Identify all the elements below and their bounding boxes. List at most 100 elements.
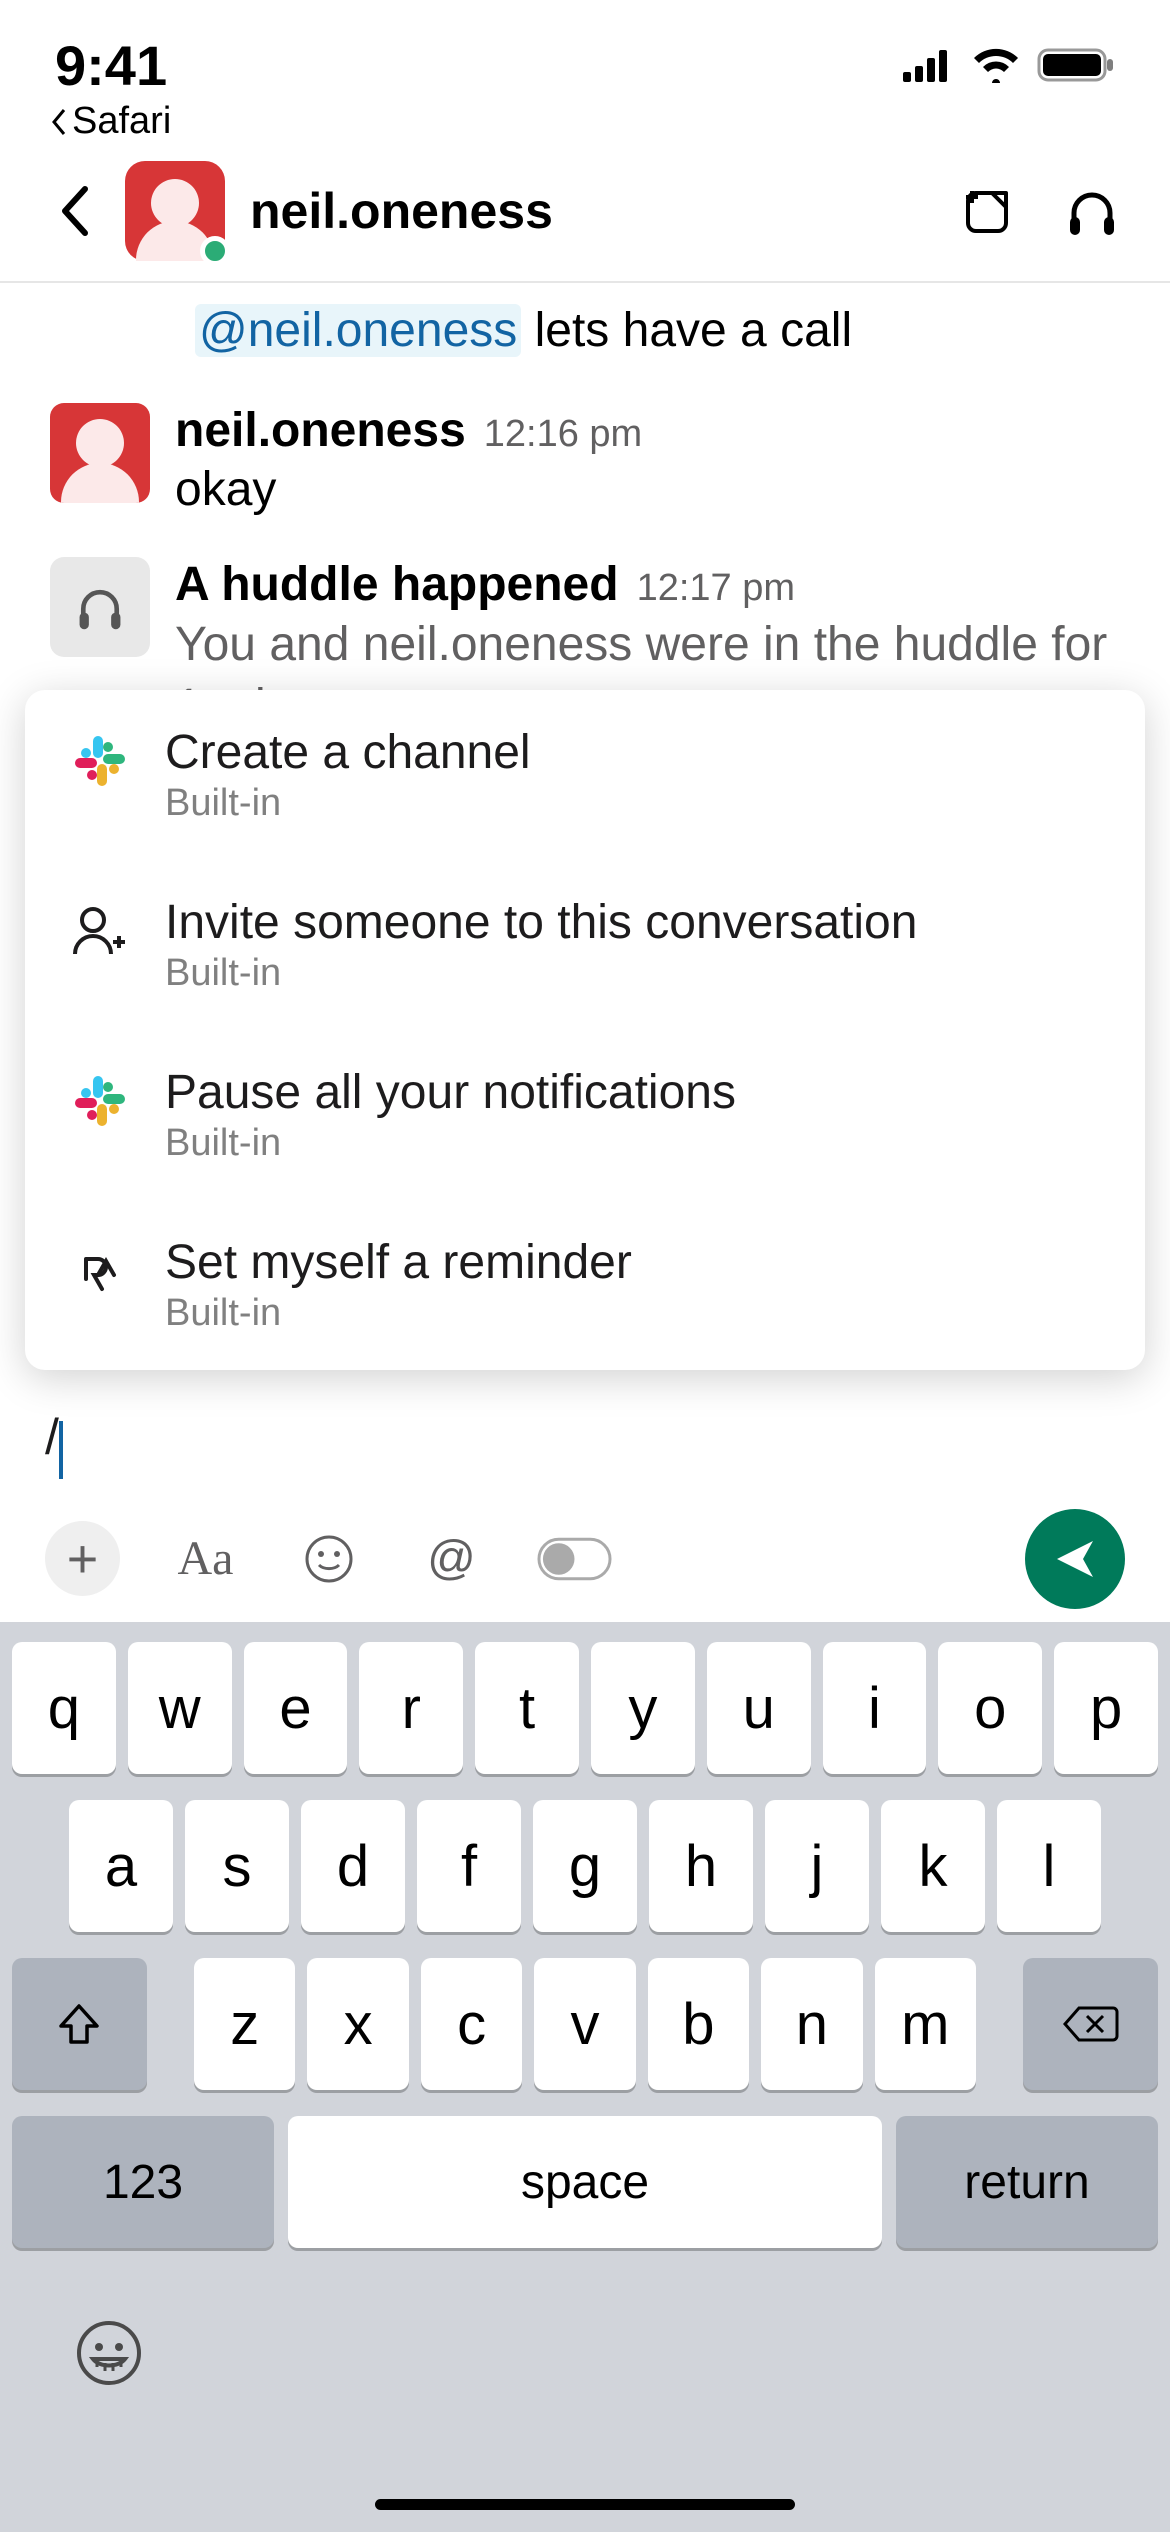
command-subtitle: Built-in — [165, 952, 1100, 995]
key-a[interactable]: a — [69, 1800, 173, 1932]
smiley-icon — [303, 1533, 355, 1585]
keyboard-row-3: z x c v b n m — [0, 1958, 1170, 2090]
keyboard-row-4: 123 space return — [0, 2116, 1170, 2248]
key-backspace[interactable] — [1023, 1958, 1158, 2090]
key-y[interactable]: y — [591, 1642, 695, 1774]
command-invite[interactable]: Invite someone to this conversation Buil… — [25, 860, 1145, 1030]
key-z[interactable]: z — [194, 1958, 295, 2090]
back-button[interactable] — [50, 181, 100, 241]
key-v[interactable]: v — [534, 1958, 635, 2090]
key-numbers[interactable]: 123 — [12, 2116, 274, 2248]
record-icon — [537, 1537, 612, 1581]
keyboard-row-2: a s d f g h j k l — [0, 1800, 1170, 1932]
key-s[interactable]: s — [185, 1800, 289, 1932]
command-create-channel[interactable]: Create a channel Built-in — [25, 690, 1145, 860]
key-t[interactable]: t — [475, 1642, 579, 1774]
keyboard-row-1: q w e r t y u i o p — [0, 1642, 1170, 1774]
key-n[interactable]: n — [761, 1958, 862, 2090]
text-cursor — [59, 1421, 63, 1479]
wifi-icon — [971, 47, 1021, 83]
key-h[interactable]: h — [649, 1800, 753, 1932]
composer-toolbar: + Aa @ — [0, 1509, 1170, 1634]
status-time: 9:41 — [55, 33, 167, 98]
chevron-left-icon — [57, 183, 93, 239]
key-o[interactable]: o — [938, 1642, 1042, 1774]
emoji-button[interactable] — [291, 1521, 366, 1596]
conversation-title[interactable]: neil.oneness — [250, 182, 933, 240]
conversation-header: neil.oneness — [0, 161, 1170, 281]
chevron-left-small-icon — [50, 108, 68, 136]
keyboard: q w e r t y u i o p a s d f g h j k l z … — [0, 1622, 1170, 2532]
slash-command-menu: Create a channel Built-in Invite someone… — [25, 690, 1145, 1370]
cellular-icon — [903, 48, 955, 82]
key-i[interactable]: i — [823, 1642, 927, 1774]
key-d[interactable]: d — [301, 1800, 405, 1932]
key-b[interactable]: b — [648, 1958, 749, 2090]
header-avatar[interactable] — [125, 161, 225, 261]
command-title: Pause all your notifications — [165, 1065, 1100, 1120]
composer: / + Aa @ — [0, 1400, 1170, 1634]
command-title: Create a channel — [165, 725, 1100, 780]
message: neil.oneness 12:16 pm okay — [0, 388, 1170, 542]
command-subtitle: Built-in — [165, 1122, 1100, 1165]
key-u[interactable]: u — [707, 1642, 811, 1774]
key-e[interactable]: e — [244, 1642, 348, 1774]
back-to-app[interactable]: Safari — [0, 100, 1170, 161]
command-subtitle: Built-in — [165, 1292, 1100, 1335]
emoji-keyboard-button[interactable] — [70, 2314, 148, 2392]
back-safari-link[interactable]: Safari — [50, 100, 171, 143]
huddle-title: A huddle happened — [175, 557, 619, 612]
key-l[interactable]: l — [997, 1800, 1101, 1932]
key-g[interactable]: g — [533, 1800, 637, 1932]
reminder-icon — [70, 1241, 130, 1301]
shift-icon — [55, 2000, 103, 2048]
command-subtitle: Built-in — [165, 782, 1100, 825]
message-text: okay — [175, 462, 1120, 517]
home-indicator[interactable] — [375, 2499, 795, 2510]
smiley-outline-icon — [75, 2319, 143, 2387]
battery-icon — [1037, 46, 1115, 84]
format-button[interactable]: Aa — [168, 1521, 243, 1596]
previous-message: @neil.oneness lets have a call — [0, 283, 1170, 388]
message-sender[interactable]: neil.oneness — [175, 403, 466, 458]
backspace-icon — [1063, 2004, 1119, 2044]
key-j[interactable]: j — [765, 1800, 869, 1932]
key-k[interactable]: k — [881, 1800, 985, 1932]
command-title: Set myself a reminder — [165, 1235, 1100, 1290]
headphones-icon[interactable] — [1064, 183, 1120, 239]
status-bar: 9:41 — [0, 0, 1170, 100]
key-c[interactable]: c — [421, 1958, 522, 2090]
message-time: 12:16 pm — [484, 413, 642, 456]
command-pause-notifications[interactable]: Pause all your notifications Built-in — [25, 1030, 1145, 1200]
status-icons — [903, 46, 1115, 84]
add-canvas-icon[interactable] — [958, 183, 1014, 239]
headphones-icon — [74, 581, 126, 633]
command-title: Invite someone to this conversation — [165, 895, 1100, 950]
presence-active-icon — [200, 236, 230, 266]
slack-icon — [70, 1071, 130, 1131]
huddle-time: 12:17 pm — [637, 567, 795, 610]
key-m[interactable]: m — [875, 1958, 976, 2090]
key-p[interactable]: p — [1054, 1642, 1158, 1774]
command-reminder[interactable]: Set myself a reminder Built-in — [25, 1200, 1145, 1370]
key-space[interactable]: space — [288, 2116, 882, 2248]
mention[interactable]: @neil.oneness — [195, 304, 521, 357]
key-q[interactable]: q — [12, 1642, 116, 1774]
key-x[interactable]: x — [307, 1958, 408, 2090]
key-f[interactable]: f — [417, 1800, 521, 1932]
attach-button[interactable]: + — [45, 1521, 120, 1596]
send-icon — [1051, 1535, 1099, 1583]
key-w[interactable]: w — [128, 1642, 232, 1774]
key-return[interactable]: return — [896, 2116, 1158, 2248]
key-shift[interactable] — [12, 1958, 147, 2090]
record-button[interactable] — [537, 1521, 612, 1596]
message-avatar[interactable] — [50, 403, 150, 503]
mention-button[interactable]: @ — [414, 1521, 489, 1596]
key-r[interactable]: r — [359, 1642, 463, 1774]
huddle-icon-box — [50, 557, 150, 657]
keyboard-bottom-row — [0, 2274, 1170, 2392]
slack-icon — [70, 731, 130, 791]
send-button[interactable] — [1025, 1509, 1125, 1609]
person-add-icon — [70, 901, 130, 961]
message-input[interactable]: / — [0, 1400, 1170, 1509]
